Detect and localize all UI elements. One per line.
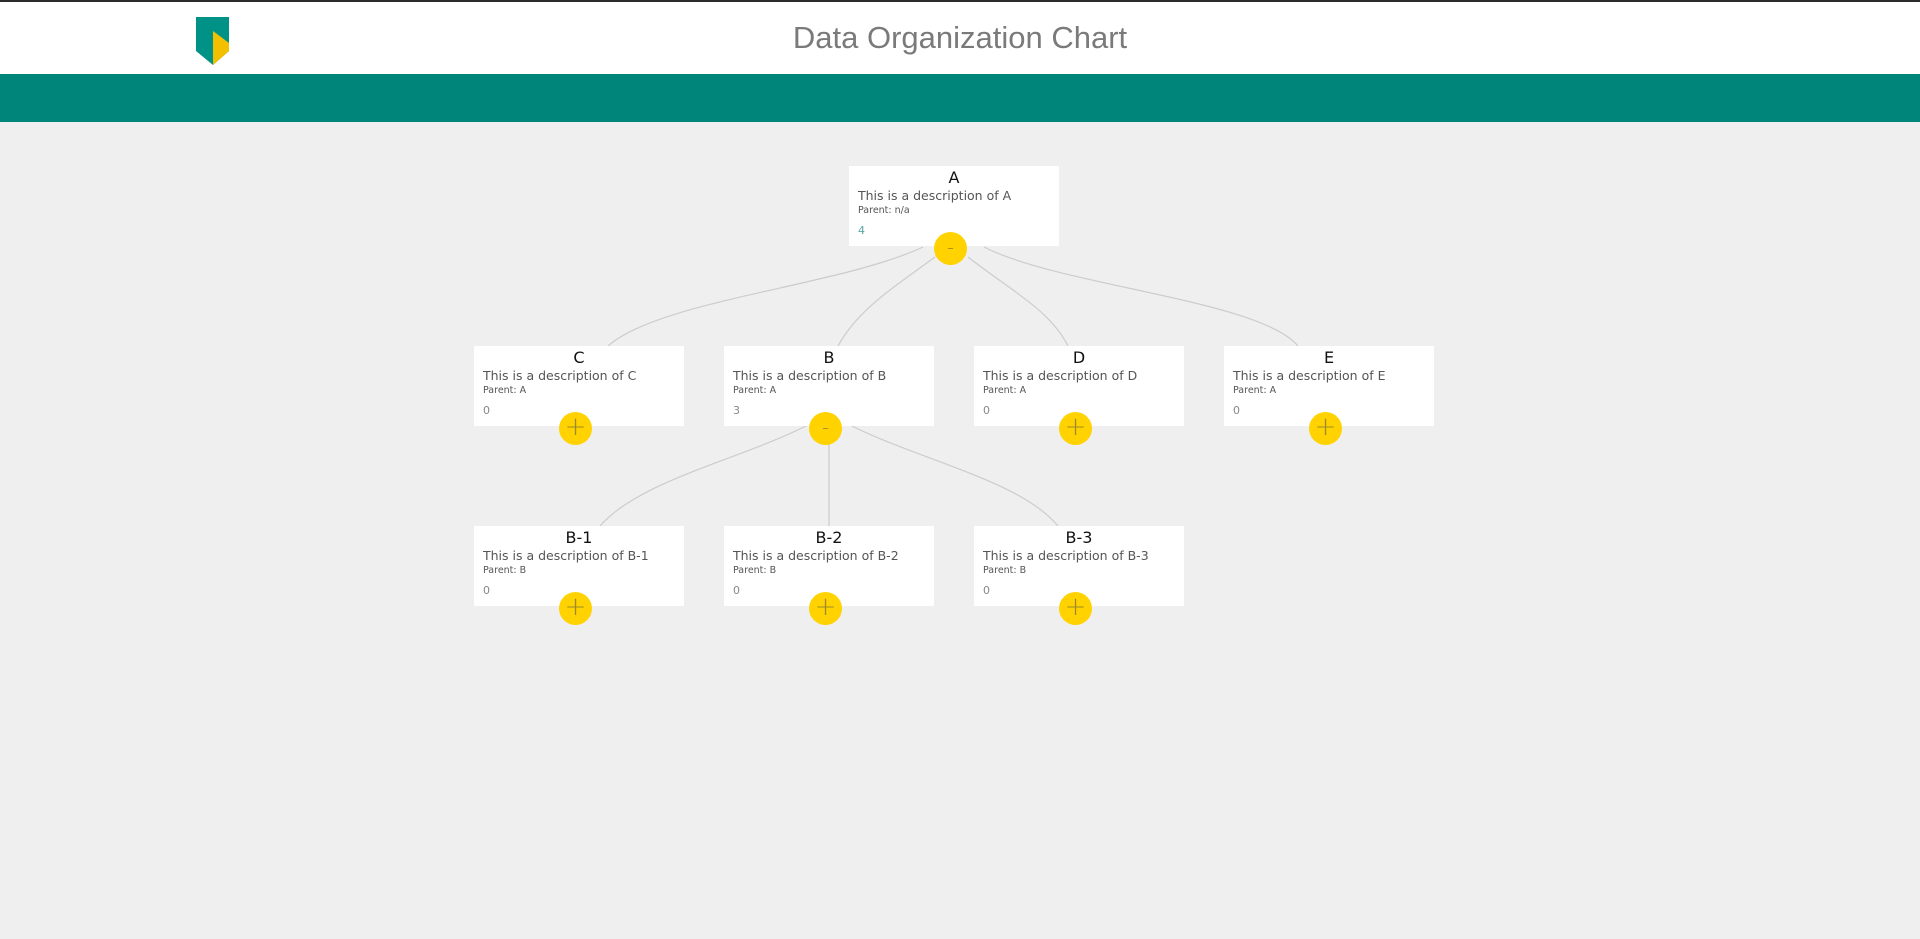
app-header: Data Organization Chart	[0, 2, 1920, 74]
node-name: B-2	[815, 528, 843, 547]
expand-button-b-3[interactable]: +	[1059, 592, 1092, 625]
header-accent-bar	[0, 74, 1920, 122]
node-parent: Parent: A	[1233, 385, 1277, 396]
node-description: This is a description of B	[733, 368, 887, 383]
node-parent: Parent: A	[733, 385, 777, 396]
node-parent: Parent: B	[733, 565, 777, 576]
connector-a-c	[607, 246, 924, 347]
node-name: B-1	[565, 528, 593, 547]
node-description: This is a description of B-1	[483, 548, 649, 563]
node-description: This is a description of A	[858, 188, 1012, 203]
node-description: This is a description of D	[983, 368, 1138, 383]
node-parent: Parent: A	[983, 385, 1027, 396]
expand-button-b-2[interactable]: +	[809, 592, 842, 625]
node-parent: Parent: A	[483, 385, 527, 396]
expand-button-b-1[interactable]: +	[559, 592, 592, 625]
node-name: B	[823, 348, 835, 367]
connector-b-b3	[847, 423, 1059, 527]
node-description: This is a description of E	[1233, 368, 1386, 383]
node-parent: Parent: n/a	[858, 205, 910, 216]
collapse-button-b[interactable]: -	[809, 412, 842, 445]
expand-button-c[interactable]: +	[559, 412, 592, 445]
node-name: D	[1072, 348, 1086, 367]
node-parent: Parent: B	[983, 565, 1027, 576]
node-description: This is a description of B-3	[983, 548, 1149, 563]
expand-button-d[interactable]: +	[1059, 412, 1092, 445]
node-description: This is a description of C	[483, 368, 637, 383]
connector-lines	[599, 246, 1299, 527]
connector-a-e	[983, 246, 1299, 347]
node-name: A	[948, 168, 960, 187]
collapse-button-a[interactable]: -	[934, 232, 967, 265]
connector-a-b	[837, 256, 936, 347]
node-name: C	[573, 348, 585, 367]
page-title: Data Organization Chart	[792, 20, 1128, 55]
connector-a-d	[967, 256, 1069, 347]
node-parent: Parent: B	[483, 565, 527, 576]
connector-b-b1	[599, 423, 811, 527]
node-name: E	[1323, 348, 1335, 367]
expand-button-e[interactable]: +	[1309, 412, 1342, 445]
node-name: B-3	[1065, 528, 1093, 547]
node-description: This is a description of B-2	[733, 548, 899, 563]
